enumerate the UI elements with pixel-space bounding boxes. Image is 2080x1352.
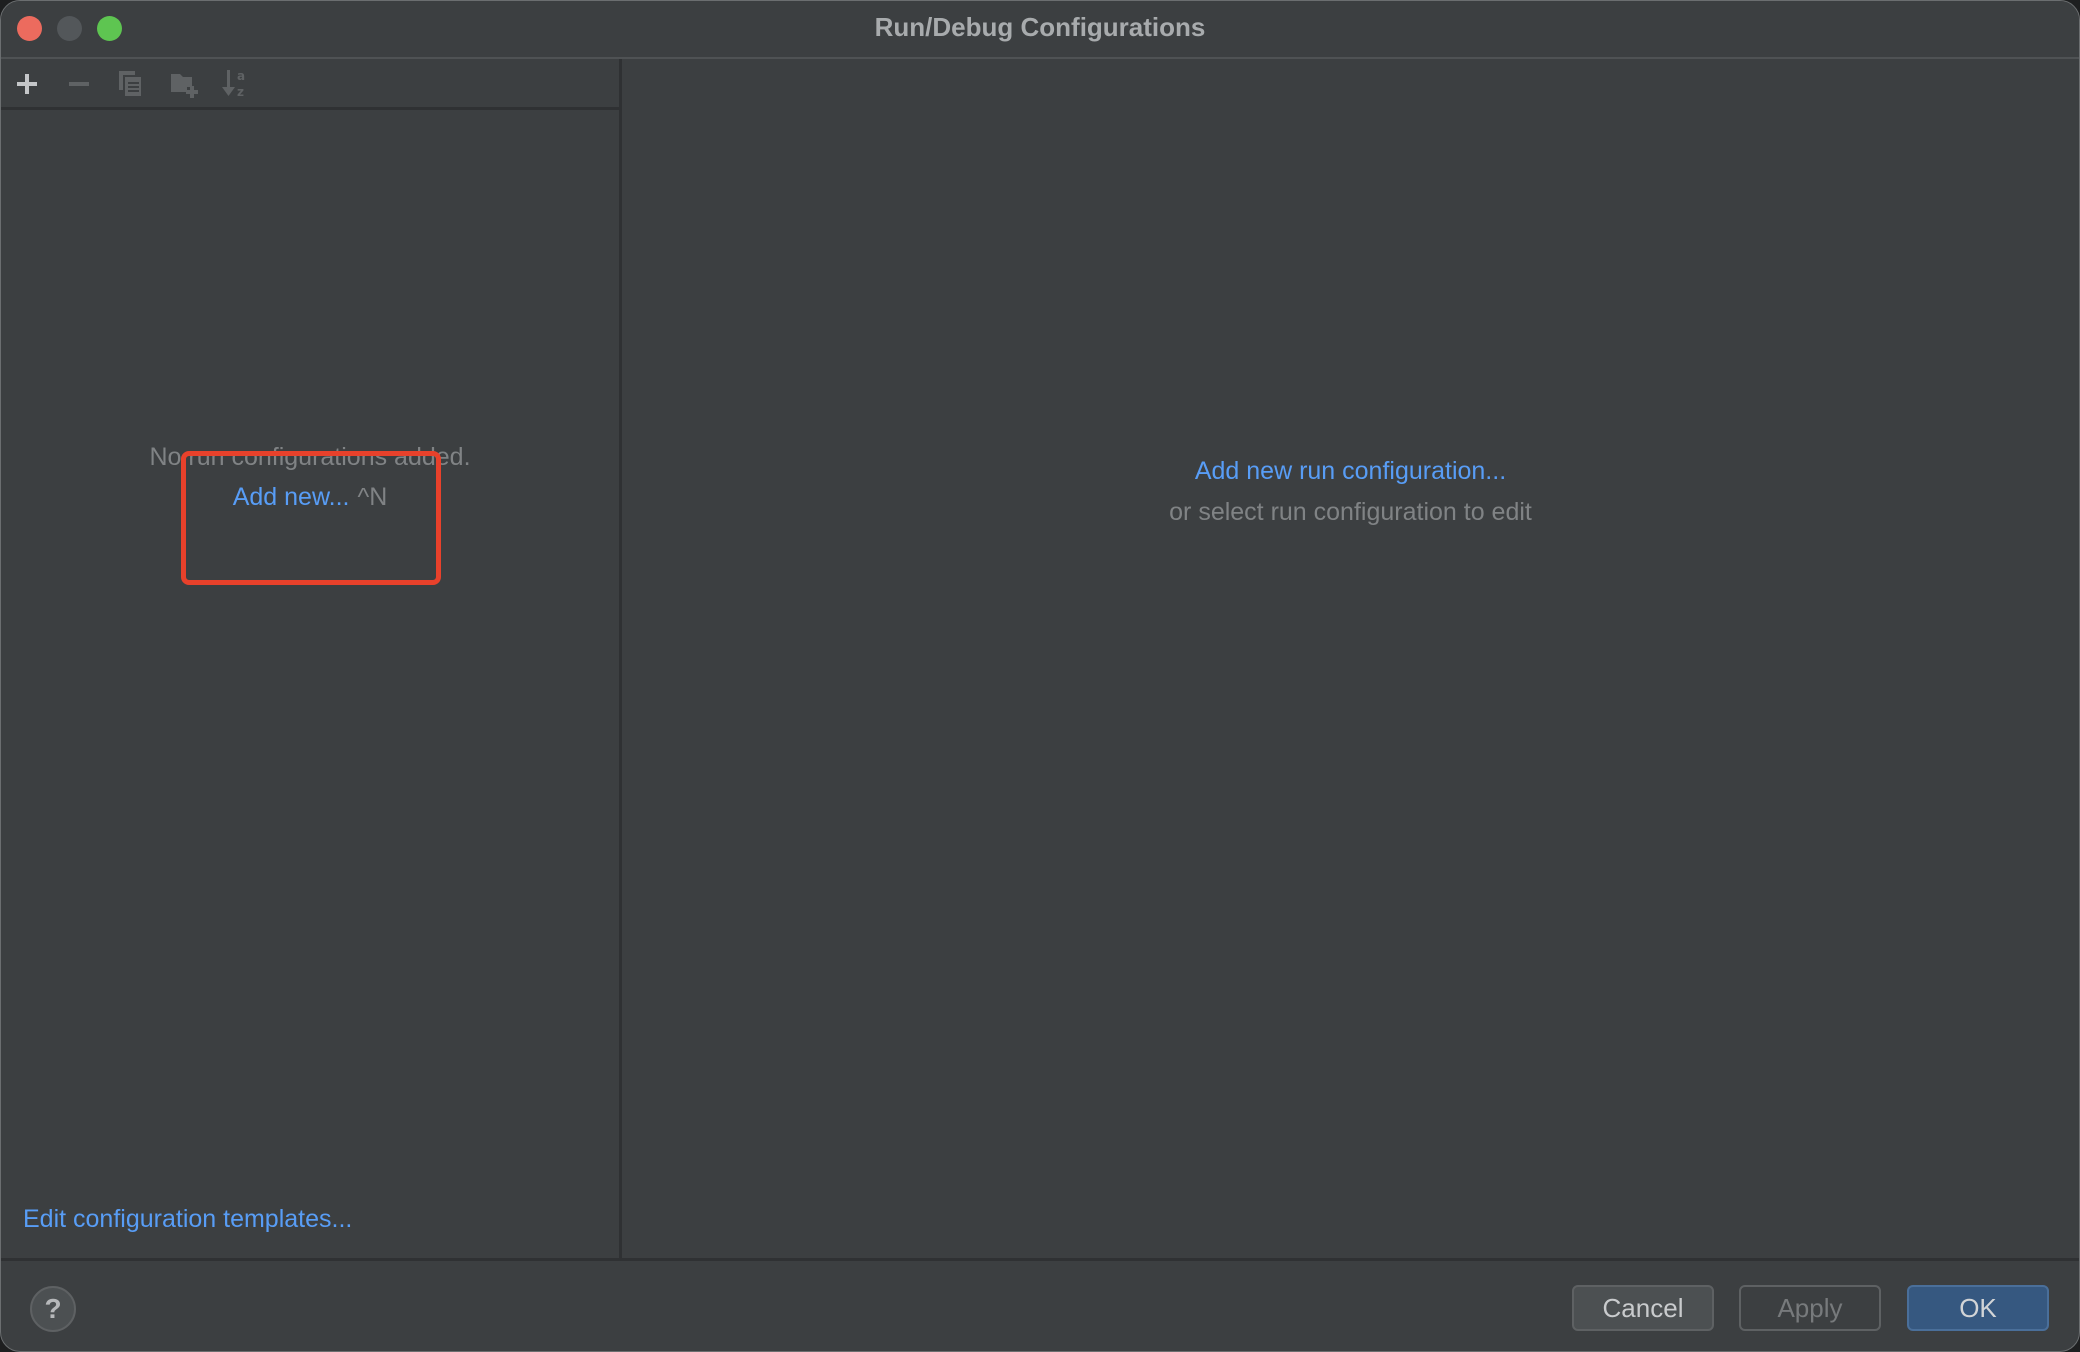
cancel-button[interactable]: Cancel (1572, 1285, 1714, 1331)
run-debug-configurations-dialog: Run/Debug Configurations az No run confi… (0, 0, 2080, 1352)
title-bar: Run/Debug Configurations (1, 1, 2079, 59)
dialog-footer: ? Cancel Apply OK (1, 1258, 2079, 1351)
window-title: Run/Debug Configurations (874, 12, 1206, 42)
add-new-row: Add new... ^N (1, 483, 619, 512)
empty-list-message: No run configurations added. (149, 443, 471, 471)
help-button[interactable]: ? (30, 1286, 76, 1332)
sort-alphabetically-icon[interactable]: az (217, 67, 251, 101)
configurations-list-panel: az No run configurations added. Add new.… (1, 59, 622, 1258)
copy-icon[interactable] (114, 67, 148, 101)
remove-icon[interactable] (62, 67, 96, 101)
ok-button[interactable]: OK (1907, 1285, 2049, 1331)
configurations-toolbar: az (1, 59, 619, 110)
add-new-shortcut: ^N (357, 483, 388, 511)
add-icon[interactable] (10, 67, 44, 101)
editor-placeholder: Add new run configuration... or select r… (622, 457, 2079, 527)
svg-text:a: a (237, 69, 245, 83)
select-configuration-hint: or select run configuration to edit (1169, 498, 1532, 526)
new-folder-icon[interactable] (167, 67, 201, 101)
add-new-link[interactable]: Add new... (233, 483, 350, 511)
configuration-editor-panel: Add new run configuration... or select r… (622, 59, 2079, 1258)
add-new-run-configuration-link[interactable]: Add new run configuration... (1195, 457, 1506, 485)
apply-button[interactable]: Apply (1739, 1285, 1881, 1331)
edit-configuration-templates-link[interactable]: Edit configuration templates... (23, 1205, 352, 1234)
svg-text:z: z (237, 85, 244, 99)
